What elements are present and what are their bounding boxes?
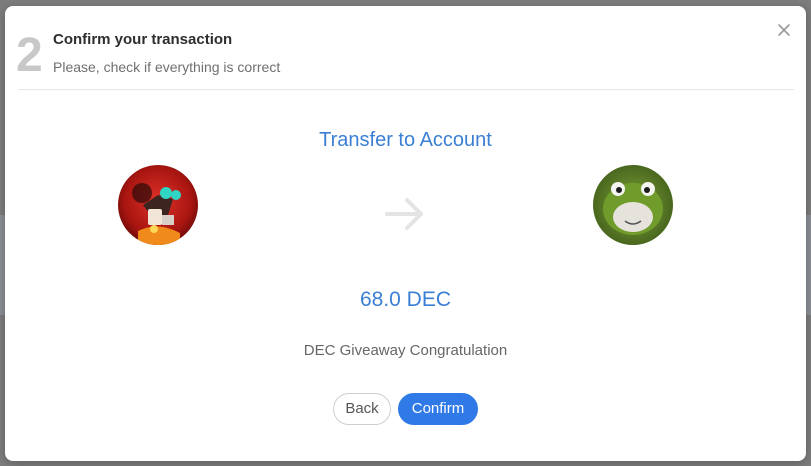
confirm-button[interactable]: Confirm [398, 393, 478, 425]
confirm-transaction-dialog: 2 Confirm your transaction Please, check… [5, 6, 806, 461]
transfer-memo: DEC Giveaway Congratulation [303, 342, 508, 359]
sender-avatar [118, 165, 198, 245]
dialog-title: Confirm your transaction [53, 31, 233, 48]
dialog-subtitle: Please, check if everything is correct [53, 59, 281, 75]
transfer-amount: 68.0 DEC [359, 288, 452, 311]
close-icon [778, 24, 790, 36]
close-button[interactable] [774, 20, 794, 40]
backdrop [806, 215, 811, 315]
arrow-right-icon [385, 198, 423, 230]
recipient-avatar [593, 165, 673, 245]
back-button[interactable]: Back [333, 393, 391, 425]
divider [18, 89, 794, 90]
transfer-heading: Transfer to Account [319, 129, 492, 151]
step-number: 2 [16, 29, 43, 82]
